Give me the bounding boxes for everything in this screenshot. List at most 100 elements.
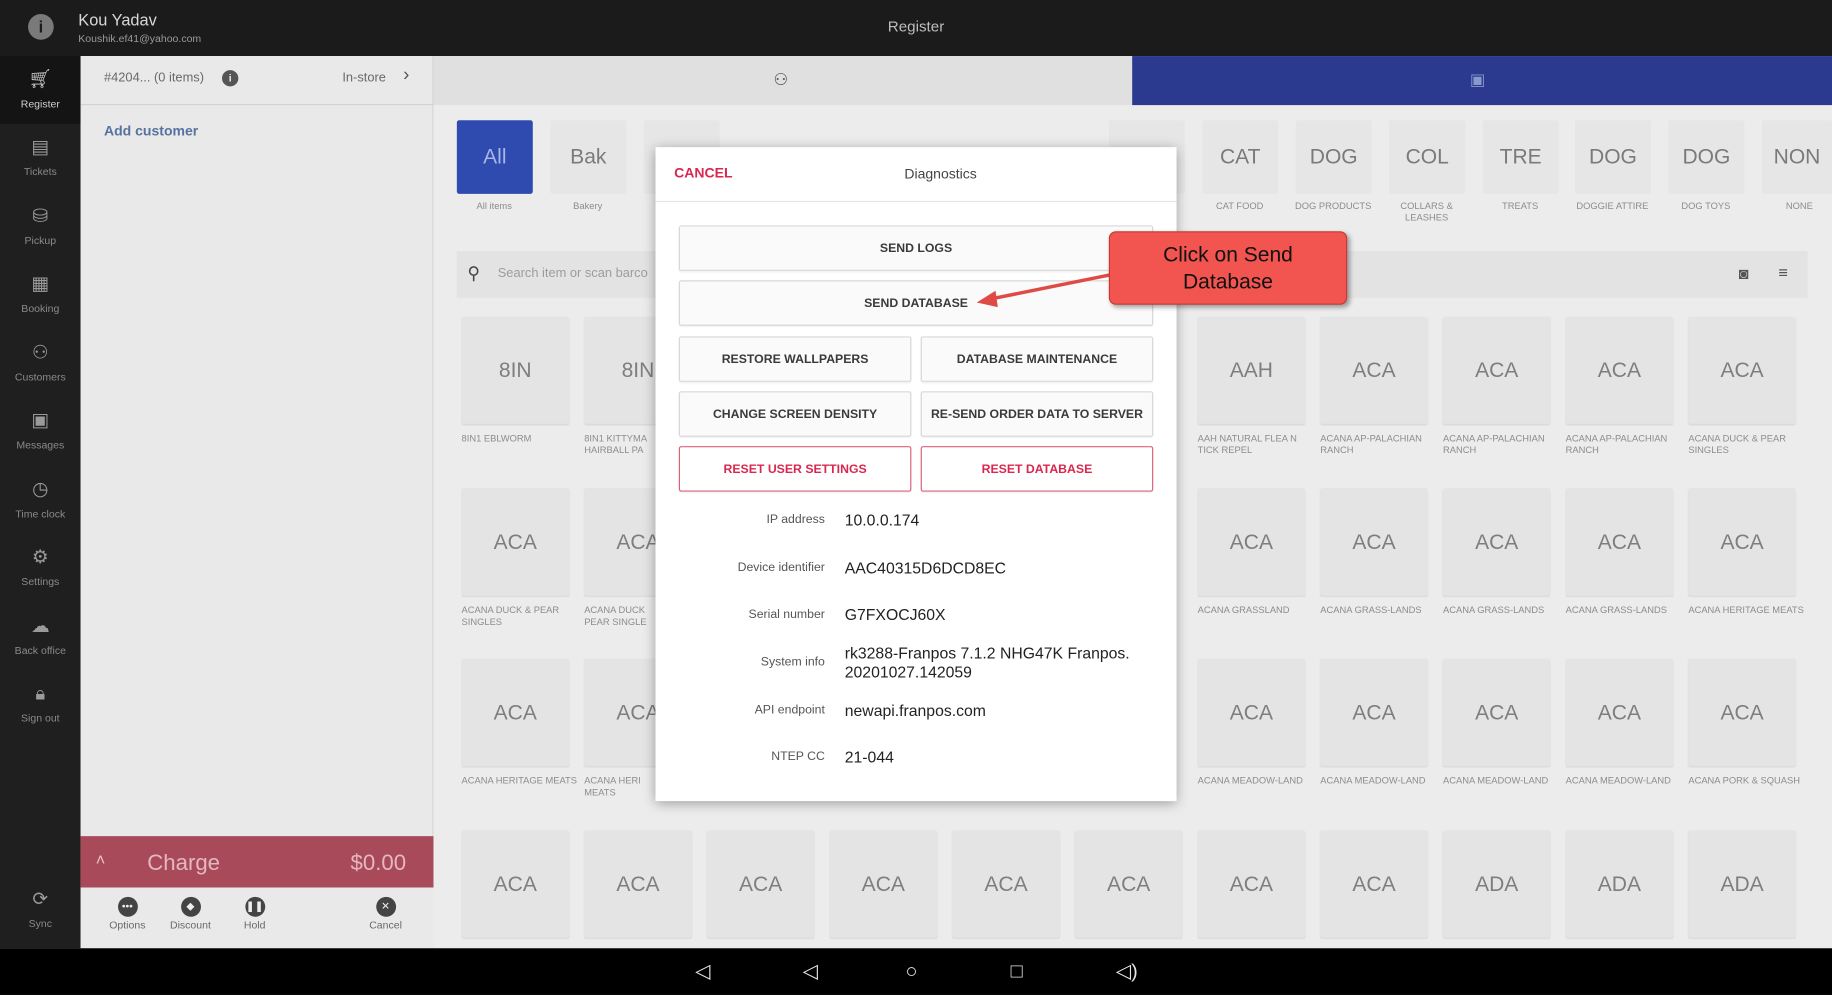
change-screen-density-button[interactable]: CHANGE SCREEN DENSITY xyxy=(678,391,912,437)
reset-database-button[interactable]: RESET DATABASE xyxy=(920,446,1154,492)
hold-button[interactable]: ❚❚ Hold xyxy=(220,896,290,931)
item-tile[interactable]: ACA xyxy=(1442,488,1551,596)
category-bakery[interactable]: Bak xyxy=(550,120,627,194)
sidebar-item-back-office[interactable]: ☁ Back office xyxy=(0,603,81,671)
search-input[interactable]: Search item or scan barco xyxy=(498,266,648,280)
options-button[interactable]: ••• Options xyxy=(92,896,162,931)
item-tile[interactable]: ACA xyxy=(1197,830,1306,938)
item-tile[interactable]: ACA xyxy=(1197,658,1306,767)
item-label: ACANA GRASS-LANDS xyxy=(1320,604,1422,616)
sidebar-item-label: Tickets xyxy=(23,165,57,178)
sidebar-item-label: Sign out xyxy=(21,712,60,725)
sidebar-item-messages[interactable]: ▣ Messages xyxy=(0,397,81,465)
item-label: 8IN1 EBLWORM xyxy=(461,433,532,444)
category-label: DOGGIE ATTIRE xyxy=(1576,200,1649,212)
lock-icon: 🔒︎ xyxy=(35,684,46,705)
item-tile[interactable]: ACA xyxy=(706,830,815,938)
category-dog-products[interactable]: DOG xyxy=(1295,120,1372,194)
sidebar-item-sync[interactable]: ⟳ Sync xyxy=(0,876,81,944)
item-tile[interactable]: ACA xyxy=(1565,316,1674,424)
add-customer-link[interactable]: Add customer xyxy=(104,123,198,139)
category-treats[interactable]: TRE xyxy=(1482,120,1559,194)
item-tile[interactable]: ADA xyxy=(1565,830,1674,938)
item-tile[interactable]: ACA xyxy=(1320,316,1428,424)
item-tile[interactable]: ACA xyxy=(461,488,570,596)
item-tile[interactable]: ACA xyxy=(1320,830,1428,938)
item-tile[interactable]: ADA xyxy=(1442,830,1551,938)
order-info-icon[interactable]: i xyxy=(221,70,239,87)
sidebar-item-label: Settings xyxy=(21,575,60,588)
item-label: ACANA MEADOW-LAND xyxy=(1197,775,1303,786)
volume-down-icon[interactable]: ◁︎ xyxy=(695,960,710,983)
sidebar-item-customers[interactable]: ⚇ Customers xyxy=(0,329,81,397)
reset-user-settings-button[interactable]: RESET USER SETTINGS xyxy=(678,446,912,492)
cancel-order-button[interactable]: ✕ Cancel xyxy=(351,896,421,931)
item-tile[interactable]: AAH xyxy=(1197,316,1306,424)
resend-order-data-button[interactable]: RE-SEND ORDER DATA TO SERVER xyxy=(920,391,1154,437)
order-type[interactable]: In-store xyxy=(342,71,386,85)
item-tile[interactable]: ACA xyxy=(1320,488,1428,596)
sidebar-item-register[interactable]: 🛒︎ Register xyxy=(0,56,81,124)
sidebar-item-settings[interactable]: ⚙ Settings xyxy=(0,534,81,602)
item-tile[interactable]: ACA xyxy=(952,830,1060,938)
device-identifier-value: AAC40315D6DCD8EC xyxy=(844,559,1007,577)
category-none[interactable]: NON xyxy=(1761,120,1832,194)
recents-icon[interactable]: □ xyxy=(1011,960,1023,983)
category-cat-food[interactable]: CAT xyxy=(1202,120,1279,194)
sidebar-item-tickets[interactable]: ▤ Tickets xyxy=(0,124,81,192)
sidebar-item-pickup[interactable]: ⛁ Pickup xyxy=(0,193,81,261)
item-label: ACANA HERI MEATS xyxy=(584,775,641,798)
sidebar-item-booking[interactable]: ▦ Booking xyxy=(0,260,81,328)
pickup-icon: ⛁ xyxy=(32,206,49,227)
item-tile[interactable]: ACA xyxy=(461,658,570,767)
item-tile[interactable]: ACA xyxy=(1565,488,1674,596)
category-dog-toys[interactable]: DOG xyxy=(1668,120,1745,194)
ntep-cc-value: 21-044 xyxy=(844,748,894,767)
serial-number-value: G7FXOCJ60X xyxy=(844,606,946,624)
item-tile[interactable]: ACA xyxy=(461,830,570,938)
category-collars[interactable]: COL xyxy=(1389,120,1466,194)
item-tile[interactable]: ACA xyxy=(1320,658,1428,767)
item-tile[interactable]: 8IN xyxy=(461,316,570,424)
discount-button[interactable]: ◆ Discount xyxy=(155,896,225,931)
item-label: ACANA PORK & SQUASH xyxy=(1688,775,1801,786)
sort-icon[interactable]: ≡ xyxy=(1778,263,1788,282)
sidebar-item-label: Customers xyxy=(14,371,66,384)
volume-up-icon[interactable]: ◁) xyxy=(1116,960,1138,983)
item-tile[interactable]: ACA xyxy=(1197,488,1306,596)
api-endpoint-value: newapi.franpos.com xyxy=(844,701,986,720)
item-tile[interactable]: ACA xyxy=(1442,658,1551,767)
sidebar-item-label: Pickup xyxy=(24,234,57,247)
action-label: Hold xyxy=(243,919,266,931)
item-label: ACANA MEADOW-LAND xyxy=(1442,775,1549,786)
action-label: Discount xyxy=(169,919,211,931)
back-icon[interactable]: ◁ xyxy=(803,960,818,983)
chevron-right-icon[interactable]: › xyxy=(403,65,409,86)
sidebar-item-time-clock[interactable]: ◷ Time clock xyxy=(0,466,81,534)
restore-wallpapers-button[interactable]: RESTORE WALLPAPERS xyxy=(678,336,912,382)
item-tile[interactable]: ACA xyxy=(1565,658,1674,767)
home-icon[interactable]: ○ xyxy=(906,960,918,983)
item-tile[interactable]: ACA xyxy=(829,830,938,938)
category-doggie-attire[interactable]: DOG xyxy=(1575,120,1651,194)
item-tile[interactable]: ACA xyxy=(1442,316,1551,424)
item-label: ACANA GRASSLAND xyxy=(1197,604,1290,616)
category-label: DOG PRODUCTS xyxy=(1294,200,1372,212)
sidebar-item-label: Messages xyxy=(16,439,65,451)
item-tile[interactable]: ACA xyxy=(1074,830,1183,938)
charge-total: $0.00 xyxy=(350,851,407,876)
chevron-up-icon[interactable]: ˄ xyxy=(96,850,106,869)
image-icon: ▣ xyxy=(1469,70,1486,89)
category-all[interactable]: All xyxy=(456,120,533,194)
item-tile[interactable]: ACA xyxy=(1688,658,1796,767)
database-maintenance-button[interactable]: DATABASE MAINTENANCE xyxy=(920,336,1154,382)
item-label: ACANA GRASS-LANDS xyxy=(1565,604,1667,616)
item-tile[interactable]: ACA xyxy=(1688,488,1796,596)
item-tile[interactable]: ACA xyxy=(1688,316,1796,424)
item-label: ACANA DUCK & PEAR SINGLES xyxy=(461,604,560,628)
sidebar-item-sign-out[interactable]: 🔒︎ Sign out xyxy=(0,670,81,738)
camera-icon[interactable]: ◙ xyxy=(1739,264,1749,283)
item-tile[interactable]: ACA xyxy=(584,830,692,938)
item-tile[interactable]: ADA xyxy=(1688,830,1796,938)
people-icon: ⚇ xyxy=(31,343,49,364)
